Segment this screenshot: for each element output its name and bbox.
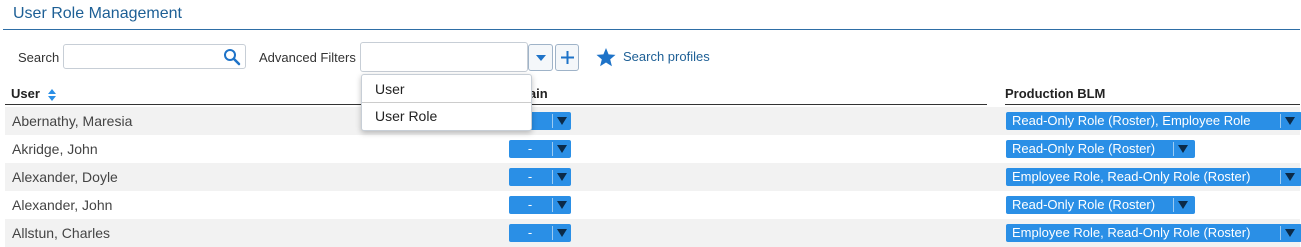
domain-value: - [527,225,533,240]
domain-dropdown[interactable]: - [509,224,571,242]
blm-role-value: Read-Only Role (Roster) [1012,141,1156,156]
domain-value: - [527,141,533,156]
chevron-down-icon [557,229,567,237]
advanced-filters-dropdown-button[interactable] [528,44,553,71]
chevron-down-icon [557,201,567,209]
dropdown-separator [1280,226,1281,240]
table-row: Alexander, Doyle - Employee Role, Read-O… [5,163,1301,191]
user-name: Alexander, Doyle [12,169,118,185]
user-name: Akridge, John [12,141,98,157]
blm-role-dropdown[interactable]: Read-Only Role (Roster) [1006,140,1195,158]
dropdown-separator [552,170,553,184]
advanced-filters-menu: User User Role [361,74,532,131]
search-input[interactable] [68,45,222,69]
table-row: Allstun, Charles - Employee Role, Read-O… [5,219,1301,247]
blm-role-value: Employee Role, Read-Only Role (Roster) [1012,225,1251,240]
search-field[interactable] [63,44,246,69]
domain-dropdown[interactable]: - [509,168,571,186]
header-divider-domain [500,104,987,105]
chevron-down-icon [1285,173,1295,181]
header-divider-blm [1005,104,1300,105]
column-header-user[interactable]: User [11,86,56,101]
dropdown-separator [1173,198,1174,212]
chevron-down-icon [1178,201,1188,209]
search-label: Search [18,50,60,65]
menu-item-user[interactable]: User [375,81,405,97]
user-name: Alexander, John [12,197,113,213]
title-divider [3,29,1300,30]
add-filter-button[interactable] [555,44,579,71]
dropdown-separator [1280,170,1281,184]
menu-divider [362,102,531,103]
domain-value: - [527,169,533,184]
table-row: Akridge, John - Read-Only Role (Roster) [5,135,1300,163]
table-row: Alexander, John - Read-Only Role (Roster… [5,191,1300,219]
domain-dropdown[interactable]: - [509,140,571,158]
search-icon[interactable] [223,48,241,66]
star-icon[interactable] [596,48,616,67]
user-name: Abernathy, Maresia [12,113,133,129]
blm-role-dropdown[interactable]: Employee Role, Read-Only Role (Roster) [1006,224,1301,242]
chevron-down-icon [536,55,546,61]
dropdown-separator [552,142,553,156]
advanced-filters-input[interactable] [360,42,528,72]
dropdown-separator [552,114,553,128]
menu-item-user-role[interactable]: User Role [375,108,437,124]
table-row: Abernathy, Maresia - Read-Only Role (Ros… [5,107,1301,135]
search-profiles-link[interactable]: Search profiles [623,49,710,64]
chevron-down-icon [1178,145,1188,153]
column-header-production-blm[interactable]: Production BLM [1005,86,1105,101]
chevron-down-icon [557,173,567,181]
dropdown-separator [1173,142,1174,156]
blm-role-dropdown[interactable]: Read-Only Role (Roster), Employee Role [1006,112,1301,130]
user-name: Allstun, Charles [12,225,111,241]
blm-role-dropdown[interactable]: Read-Only Role (Roster) [1006,196,1195,214]
domain-dropdown[interactable]: - [509,196,571,214]
chevron-down-icon [557,145,567,153]
blm-role-value: Employee Role, Read-Only Role (Roster) [1012,169,1251,184]
plus-icon [561,51,574,64]
column-header-user-label: User [11,86,40,101]
blm-role-value: Read-Only Role (Roster), Employee Role [1012,113,1251,128]
dropdown-separator [552,226,553,240]
chevron-down-icon [1285,117,1295,125]
sort-icon[interactable] [47,88,56,101]
blm-role-dropdown[interactable]: Employee Role, Read-Only Role (Roster) [1006,168,1301,186]
advanced-filters-label: Advanced Filters [259,50,356,65]
chevron-down-icon [1285,229,1295,237]
page-title: User Role Management [13,5,182,22]
dropdown-separator [1280,114,1281,128]
chevron-down-icon [557,117,567,125]
blm-role-value: Read-Only Role (Roster) [1012,197,1156,212]
dropdown-separator [552,198,553,212]
domain-value: - [527,197,533,212]
